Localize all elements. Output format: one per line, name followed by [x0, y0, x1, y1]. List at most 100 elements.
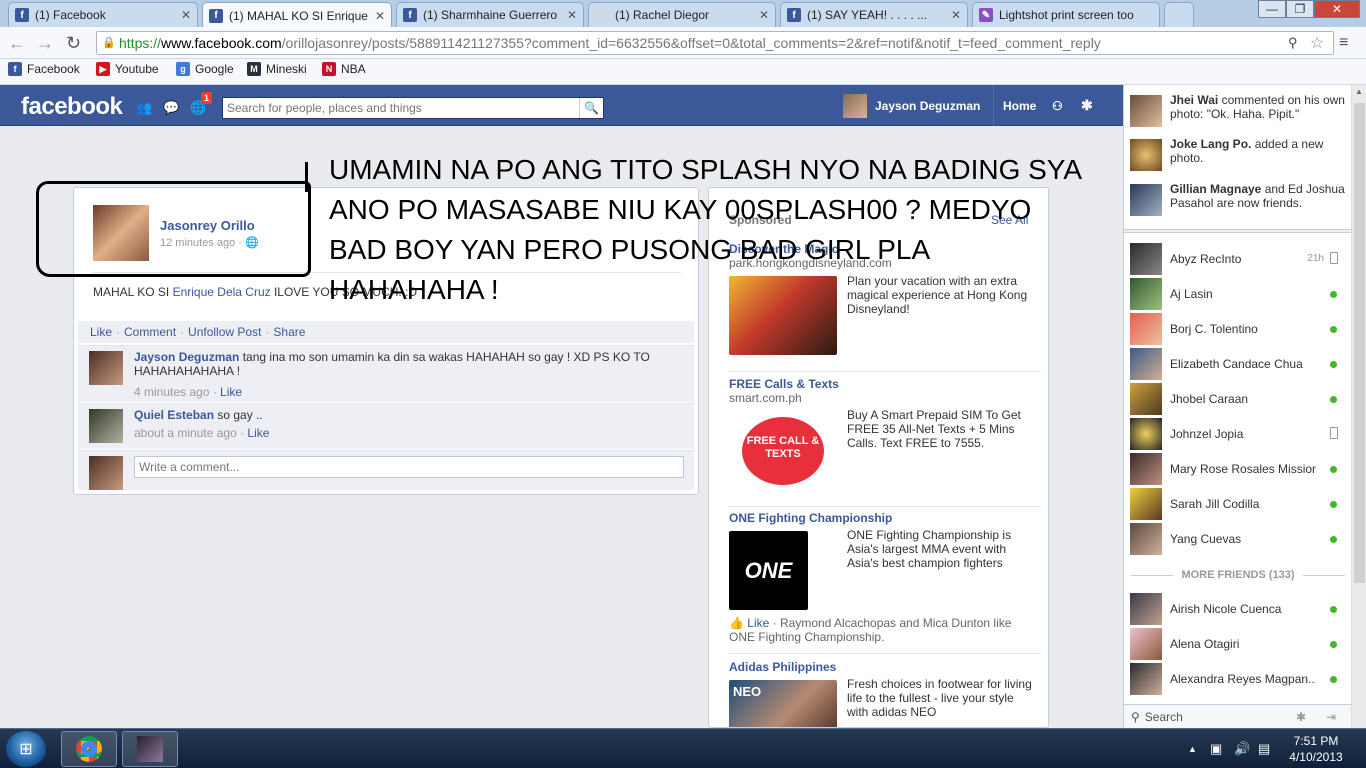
bookmark-star-icon[interactable]: ☆	[1310, 33, 1324, 53]
tab-sharmhaine[interactable]: f (1) Sharmhaine Guerrero ✕	[396, 2, 584, 27]
ad-title[interactable]: Adidas Philippines	[729, 660, 836, 674]
chat-friend[interactable]: Elizabeth Candace Chua	[1130, 348, 1346, 382]
bookmark-google[interactable]: g Google	[176, 62, 234, 76]
search-icon[interactable]: 🔍	[579, 98, 603, 118]
commenter-avatar[interactable]	[89, 409, 123, 443]
system-clock[interactable]: 7:51 PM 4/10/2013	[1283, 733, 1349, 765]
one-fc-ad-image[interactable]: ONE	[729, 531, 808, 610]
tab-lightshot[interactable]: ✎ Lightshot print screen too	[972, 2, 1160, 27]
chat-friend[interactable]: Borj C. Tolentino	[1130, 313, 1346, 347]
home-link[interactable]: Home	[993, 85, 1036, 126]
ad-title[interactable]: FREE Calls & Texts	[729, 377, 839, 391]
close-tab-icon[interactable]: ✕	[567, 8, 577, 22]
restore-icon[interactable]: ❐	[1286, 0, 1314, 18]
thumbs-up-icon: 👍	[729, 616, 744, 630]
ad-like-link[interactable]: Like	[747, 616, 769, 630]
tray-app-icon[interactable]: ▣	[1210, 741, 1222, 757]
comment-input[interactable]: Write a comment...	[134, 456, 684, 478]
avatar	[1130, 243, 1162, 275]
scrollbar-thumb[interactable]	[1354, 103, 1365, 583]
chat-friend[interactable]: Jhobel Caraan	[1130, 383, 1346, 417]
chat-friend[interactable]: Airish Nicole Cuenca	[1130, 593, 1346, 627]
friend-name: Mary Rose Rosales Mission	[1170, 462, 1316, 476]
bookmark-nba[interactable]: N NBA	[322, 62, 366, 76]
close-tab-icon[interactable]: ✕	[181, 8, 191, 22]
tab-title: (1) SAY YEAH! . . . . ...	[807, 8, 928, 22]
page-scrollbar[interactable]: ▲	[1351, 85, 1366, 728]
start-button[interactable]: ⊞	[6, 731, 46, 767]
ticker-item[interactable]: Jhei Wai commented on his own photo: "Ok…	[1128, 93, 1348, 131]
comment-link[interactable]: Comment	[124, 325, 176, 339]
comment-like-link[interactable]: Like	[220, 385, 242, 399]
scroll-up-icon[interactable]: ▲	[1355, 87, 1363, 96]
comment-like-link[interactable]: Like	[247, 426, 269, 440]
ad-url: smart.com.ph	[729, 391, 802, 405]
search-input[interactable]: Search for people, places and things 🔍	[222, 97, 604, 119]
close-tab-icon[interactable]: ✕	[759, 8, 769, 22]
facebook-logo[interactable]: facebook	[21, 93, 123, 121]
chat-friend[interactable]: Abyz RecInto 21h	[1130, 243, 1346, 277]
taskbar-game[interactable]	[122, 731, 178, 767]
chat-friend[interactable]: Aj Lasin	[1130, 278, 1346, 312]
comment-body: so gay ..	[214, 408, 263, 422]
chat-friend[interactable]: Sarah Jill Codilla	[1130, 488, 1346, 522]
find-friends-icon[interactable]: ⚇	[1052, 85, 1063, 126]
network-icon[interactable]: ▤	[1258, 741, 1270, 757]
tagged-person-link[interactable]: Enrique Dela Cruz	[173, 285, 271, 299]
menu-icon[interactable]: ≡	[1339, 34, 1348, 52]
tab-facebook[interactable]: f (1) Facebook ✕	[8, 2, 198, 27]
bookmark-mineski[interactable]: M Mineski	[247, 62, 307, 76]
close-window-icon[interactable]: ✕	[1314, 0, 1360, 18]
forward-icon[interactable]: →	[36, 33, 54, 54]
share-link[interactable]: Share	[273, 325, 305, 339]
ticker-item[interactable]: Gillian Magnaye and Ed Joshua Pasahol ar…	[1128, 182, 1348, 220]
taskbar-chrome[interactable]	[61, 731, 117, 767]
chat-search-input[interactable]: ⚲ Search ✱ ⇥	[1124, 704, 1352, 728]
ad-body: Fresh choices in footwear for living lif…	[847, 677, 1032, 719]
show-hidden-icons-icon[interactable]: ▲	[1188, 744, 1197, 754]
chat-friend[interactable]: Alena Otagiri	[1130, 628, 1346, 662]
tab-say-yeah[interactable]: f (1) SAY YEAH! . . . . ... ✕	[780, 2, 968, 27]
close-tab-icon[interactable]: ✕	[375, 9, 385, 23]
commenter-avatar[interactable]	[89, 351, 123, 385]
volume-icon[interactable]: 🔊	[1234, 741, 1250, 757]
like-link[interactable]: Like	[90, 325, 112, 339]
new-tab-button[interactable]	[1164, 2, 1194, 27]
ticker-resize-handle[interactable]	[1124, 229, 1352, 233]
commenter-name[interactable]: Quiel Esteban	[134, 408, 214, 422]
bookmark-youtube[interactable]: ▶ Youtube	[96, 62, 159, 76]
reload-icon[interactable]: ↻	[66, 33, 81, 54]
gear-icon[interactable]: ✱	[1081, 85, 1093, 126]
bookmark-facebook[interactable]: f Facebook	[8, 62, 80, 76]
minimize-icon[interactable]: —	[1258, 0, 1286, 18]
ad-title[interactable]: ONE Fighting Championship	[729, 511, 892, 525]
messages-icon[interactable]: 💬	[163, 100, 179, 115]
adidas-ad-image[interactable]: NEO	[729, 680, 837, 727]
pop-out-icon[interactable]: ⇥	[1326, 710, 1336, 724]
tab-rachel[interactable]: (1) Rachel Diegor ✕	[588, 2, 776, 27]
feather-favicon-icon: ✎	[979, 8, 993, 22]
chat-friend[interactable]: Mary Rose Rosales Mission	[1130, 453, 1346, 487]
comment-time: 4 minutes ago ·	[134, 385, 221, 399]
avatar	[1130, 139, 1162, 171]
friend-requests-icon[interactable]: 👥	[136, 100, 152, 115]
annotation-text: UMAMIN NA PO ANG TITO SPLASH NYO NA BADI…	[329, 154, 1081, 305]
ticker-item[interactable]: Joke Lang Po. added a new photo.	[1128, 137, 1348, 175]
chat-friend[interactable]: Alexandra Reyes Magpan...	[1130, 663, 1346, 697]
close-tab-icon[interactable]: ✕	[951, 8, 961, 22]
commenter-name[interactable]: Jayson Deguzman	[134, 350, 239, 364]
unfollow-link[interactable]: Unfollow Post	[188, 325, 261, 339]
comment-item: Quiel Esteban so gay .. about a minute a…	[78, 403, 694, 449]
friend-name: Borj C. Tolentino	[1170, 322, 1258, 336]
smart-ad-image[interactable]: FREE CALL & TEXTS	[729, 411, 837, 490]
profile-link[interactable]: Jayson Deguzman	[843, 85, 980, 126]
gear-icon[interactable]: ✱	[1296, 710, 1306, 724]
zoom-icon[interactable]: ⚲	[1288, 35, 1298, 51]
chat-friend[interactable]: Johnzel Jopia	[1130, 418, 1346, 452]
facebook-favicon-icon: f	[15, 8, 29, 22]
back-icon[interactable]: ←	[8, 33, 26, 54]
chat-friend[interactable]: Yang Cuevas	[1130, 523, 1346, 557]
url-input[interactable]: https://www.facebook.com/orillojasonrey/…	[96, 31, 1334, 55]
tab-mahal-ko[interactable]: f (1) MAHAL KO SI Enrique... ✕	[202, 2, 392, 28]
lock-icon: 🔒	[102, 37, 116, 49]
